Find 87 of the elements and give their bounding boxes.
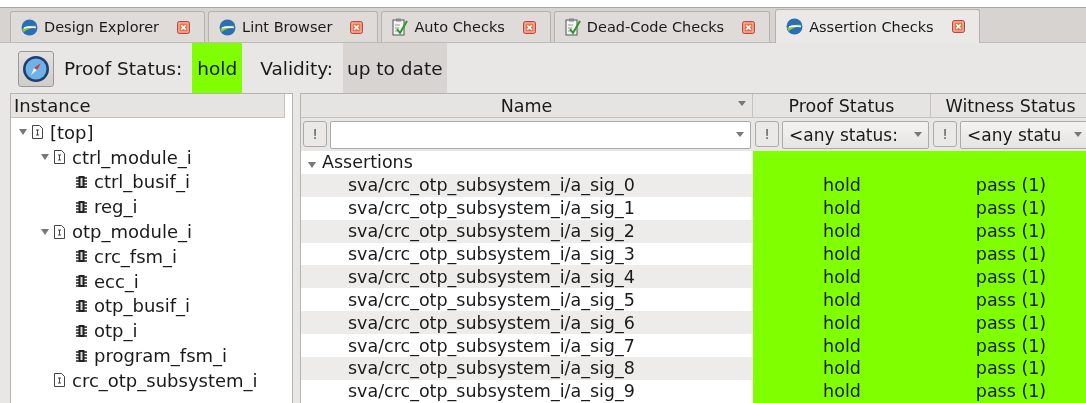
chip-icon: [76, 348, 87, 363]
tree-item[interactable]: program_fsm_i: [94, 345, 228, 367]
proof-status-value: hold: [192, 43, 243, 93]
witness-status-cell: pass (1): [975, 175, 1047, 196]
sphere-icon: [21, 18, 38, 36]
column-header[interactable]: Name: [301, 94, 753, 117]
dropdown-caret-icon[interactable]: [736, 132, 744, 137]
proof-status-cell: hold: [823, 175, 861, 196]
tab[interactable]: Lint Browser: [208, 11, 379, 42]
tree-item[interactable]: ecc_i: [94, 270, 139, 292]
tree-item[interactable]: ctrl_module_i: [72, 146, 192, 168]
filter-toggle-button[interactable]: !: [303, 120, 327, 147]
assertion-name[interactable]: sva/crc_otp_subsystem_i/a_sig_5: [348, 289, 635, 310]
sphere-icon: [219, 18, 237, 36]
file-icon: [54, 224, 65, 239]
tree-item[interactable]: [top]: [50, 121, 94, 143]
filter-toggle-button[interactable]: !: [755, 120, 779, 147]
tab[interactable]: Dead-Code Checks: [553, 11, 771, 42]
file-icon: [54, 150, 65, 165]
chip-icon: [76, 274, 87, 289]
validity-label: Validity:: [259, 56, 334, 81]
tab[interactable]: Design Explorer: [10, 11, 206, 42]
expand-arrow-icon[interactable]: [19, 129, 27, 136]
tree-item[interactable]: reg_i: [94, 196, 138, 218]
expand-arrow-icon[interactable]: [308, 162, 316, 169]
witness-status-cell: pass (1): [975, 358, 1047, 379]
witness-status-cell: pass (1): [975, 221, 1047, 242]
chip-icon: [76, 199, 87, 214]
status-filter-dropdown[interactable]: <any status:: [782, 120, 929, 149]
dropdown-caret-icon[interactable]: [1074, 132, 1082, 137]
tab[interactable]: Auto Checks: [381, 11, 551, 42]
proof-status-cell: hold: [823, 312, 861, 333]
tree-item[interactable]: crc_otp_subsystem_i: [72, 369, 258, 391]
proof-status-cell: hold: [823, 289, 861, 310]
assertion-name[interactable]: sva/crc_otp_subsystem_i/a_sig_9: [348, 381, 635, 402]
tree-item[interactable]: ctrl_busif_i: [94, 171, 190, 193]
proof-status-cell: hold: [823, 221, 861, 242]
status-filter-dropdown[interactable]: <any statu: [960, 120, 1086, 149]
close-icon[interactable]: [177, 20, 191, 34]
checklist-icon: [564, 18, 581, 36]
column-header[interactable]: Instance: [11, 94, 285, 118]
witness-status-cell: pass (1): [975, 335, 1047, 356]
proof-status-cell: hold: [823, 244, 861, 264]
sphere-icon: [786, 18, 804, 35]
witness-status-cell: pass (1): [975, 266, 1047, 287]
chip-icon: [76, 249, 87, 264]
compass-button[interactable]: [18, 51, 54, 87]
proof-status-label: Proof Status:: [63, 56, 184, 81]
chip-icon: [76, 175, 87, 189]
validity-value: up to date: [343, 43, 447, 93]
tree-item[interactable]: crc_fsm_i: [94, 245, 178, 267]
chip-icon: [76, 298, 87, 313]
assertion-name[interactable]: sva/crc_otp_subsystem_i/a_sig_7: [348, 335, 635, 356]
column-header[interactable]: Witness Status: [931, 94, 1086, 117]
proof-status-cell: hold: [823, 198, 861, 219]
expand-arrow-icon[interactable]: [41, 154, 49, 161]
tree-item[interactable]: otp_module_i: [72, 221, 192, 243]
close-icon[interactable]: [742, 20, 756, 34]
close-icon[interactable]: [951, 20, 965, 33]
dropdown-caret-icon[interactable]: [914, 132, 922, 137]
tab[interactable]: Assertion Checks: [775, 9, 980, 43]
witness-status-cell: pass (1): [975, 244, 1047, 264]
column-header[interactable]: Proof Status: [753, 94, 931, 117]
proof-status-cell: hold: [823, 335, 861, 356]
close-icon[interactable]: [350, 20, 364, 34]
tree-item[interactable]: otp_busif_i: [94, 295, 191, 317]
checklist-icon: [392, 18, 409, 36]
compass-icon: [22, 55, 50, 83]
proof-status-cell: hold: [823, 381, 861, 402]
file-icon: [32, 125, 43, 140]
expand-arrow-icon[interactable]: [41, 228, 49, 235]
chip-icon: [76, 323, 87, 338]
file-icon: [54, 373, 65, 388]
witness-status-cell: pass (1): [975, 312, 1047, 333]
proof-status-cell: hold: [823, 266, 861, 287]
witness-status-cell: pass (1): [975, 381, 1047, 402]
tree-item[interactable]: otp_i: [94, 320, 138, 342]
dropdown-caret-icon[interactable]: [738, 101, 746, 106]
assertion-name[interactable]: sva/crc_otp_subsystem_i/a_sig_3: [348, 244, 635, 264]
witness-status-cell: pass (1): [975, 289, 1047, 310]
close-icon[interactable]: [522, 20, 536, 34]
assertion-name[interactable]: sva/crc_otp_subsystem_i/a_sig_1: [348, 198, 635, 219]
proof-status-cell: hold: [823, 358, 861, 379]
filter-toggle-button[interactable]: !: [933, 120, 957, 147]
witness-status-cell: pass (1): [975, 198, 1047, 219]
group-label[interactable]: Assertions: [322, 152, 413, 173]
name-filter-field[interactable]: [330, 120, 751, 149]
